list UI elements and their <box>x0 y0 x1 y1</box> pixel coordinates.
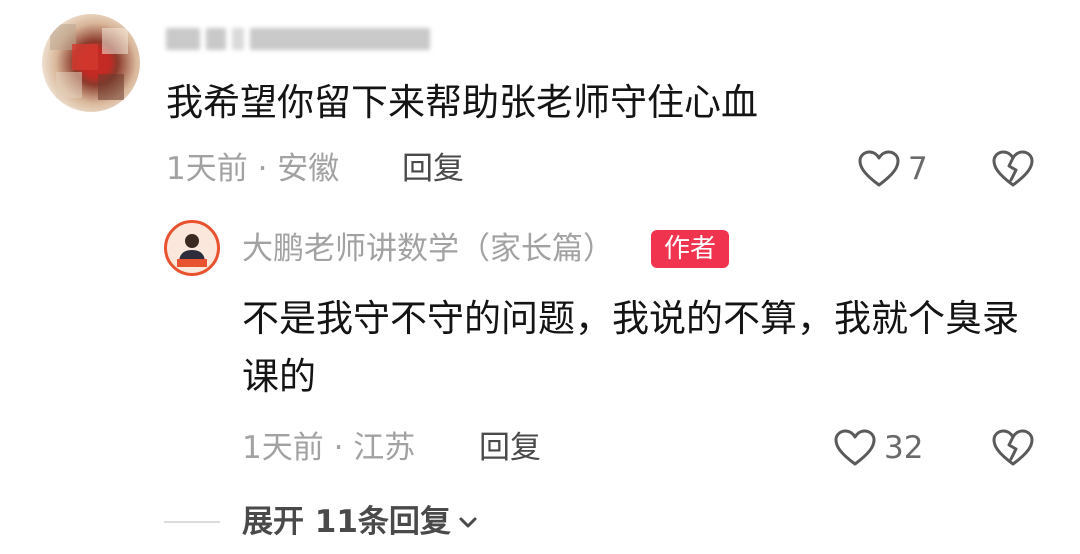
comment-text: 我希望你留下来帮助张老师守住心血 <box>166 81 758 124</box>
chevron-down-icon <box>457 511 479 533</box>
commenter-avatar[interactable] <box>42 14 140 112</box>
comment-like-button[interactable]: 7 <box>858 149 928 189</box>
heart-outline-icon <box>834 429 876 467</box>
comment-time-location: 1天前 · 安徽 <box>166 151 340 187</box>
reply-reply-button[interactable]: 回复 <box>479 428 541 468</box>
broken-heart-icon[interactable] <box>992 150 1034 188</box>
comment-reply-button[interactable]: 回复 <box>402 149 464 189</box>
expand-replies-label: 展开 11条回复 <box>242 504 451 540</box>
commenter-username[interactable] <box>166 26 430 52</box>
heart-outline-icon <box>858 150 900 188</box>
expand-replies-button[interactable]: 展开 11条回复 <box>242 502 479 542</box>
author-avatar-figure <box>177 234 207 267</box>
reply-time-location: 1天前 · 江苏 <box>242 430 416 466</box>
author-avatar[interactable] <box>164 220 220 276</box>
author-name[interactable]: 大鹏老师讲数学（家长篇） <box>242 229 614 269</box>
author-badge: 作者 <box>651 230 729 268</box>
comment-like-count: 7 <box>908 151 928 187</box>
broken-heart-icon[interactable] <box>992 429 1034 467</box>
reply-text: 不是我守不守的问题，我说的不算，我就个臭录课的 <box>242 297 1019 398</box>
expand-divider <box>164 521 220 523</box>
reply-like-count: 32 <box>884 430 924 466</box>
reply-like-button[interactable]: 32 <box>834 428 923 468</box>
